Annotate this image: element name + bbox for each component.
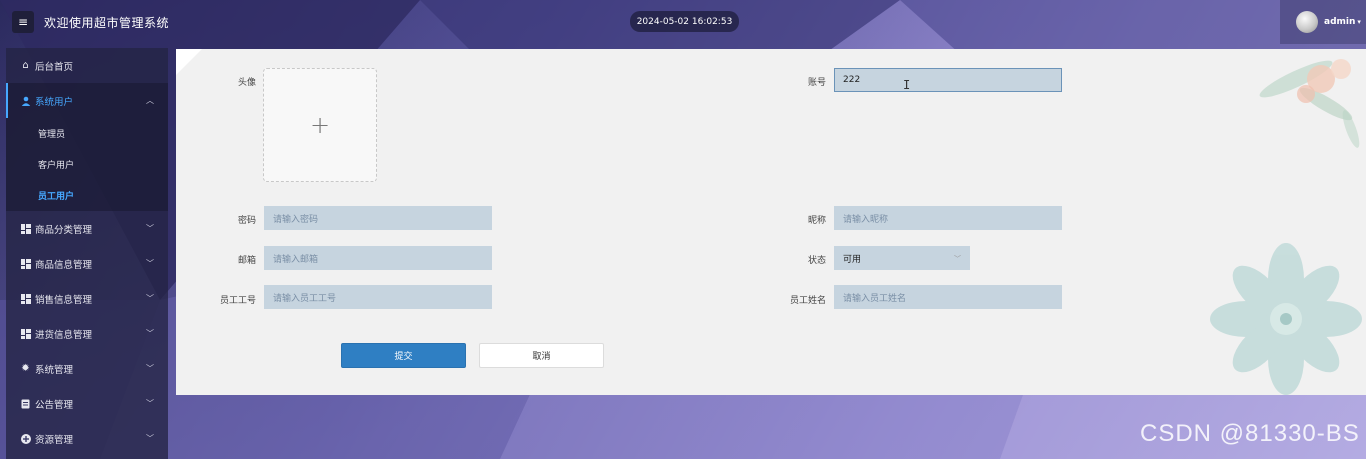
sidebar-item-category-management[interactable]: 商品分类管理 ﹀ xyxy=(6,211,168,246)
plus-icon: + xyxy=(309,111,331,139)
sidebar-item-purchase-management[interactable]: 进货信息管理 ﹀ xyxy=(6,316,168,351)
employee-name-label: 员工姓名 xyxy=(789,296,826,306)
employee-name-input[interactable]: 请输入员工姓名 xyxy=(834,285,1062,309)
sidebar-item-label: 商品分类管理 xyxy=(35,224,93,236)
sidebar-item-system-management[interactable]: ✹ 系统管理 ﹀ xyxy=(6,351,168,386)
sidebar-subitem-employee-users[interactable]: 员工用户 xyxy=(6,180,168,211)
datetime-display: 2024-05-02 16:02:53 xyxy=(630,11,739,32)
sidebar-item-label: 进货信息管理 xyxy=(35,329,93,341)
sidebar-item-label: 系统管理 xyxy=(35,364,74,376)
user-menu[interactable]: admin ▾ xyxy=(1280,0,1366,44)
sidebar-item-product-management[interactable]: 商品信息管理 ﹀ xyxy=(6,246,168,281)
sidebar-item-system-users[interactable]: 系统用户 ︿ xyxy=(6,83,168,118)
chevron-down-icon: ﹀ xyxy=(146,434,154,443)
sidebar-item-label: 公告管理 xyxy=(35,399,74,411)
app-title: 欢迎使用超市管理系统 xyxy=(44,16,170,30)
flower-decoration-top xyxy=(1259,59,1360,148)
chevron-down-icon: ﹀ xyxy=(146,364,154,373)
plus-circle-icon xyxy=(20,433,31,444)
sidebar-item-label: 后台首页 xyxy=(35,61,74,73)
flower-decoration-bottom xyxy=(1210,243,1362,395)
nickname-label: 昵称 xyxy=(807,216,826,226)
employee-number-label: 员工工号 xyxy=(219,296,256,306)
password-input[interactable]: 请输入密码 xyxy=(264,206,492,230)
corner-decoration xyxy=(176,49,202,75)
chevron-up-icon: ︿ xyxy=(146,96,154,105)
sidebar: ⌂ 后台首页 系统用户 ︿ 管理员 客户用户 员工用户 商品分类管理 ﹀ 商品信… xyxy=(6,48,168,459)
sidebar-item-sales-management[interactable]: 销售信息管理 ﹀ xyxy=(6,281,168,316)
chevron-down-icon: ﹀ xyxy=(146,329,154,338)
employee-number-input[interactable]: 请输入员工工号 xyxy=(264,285,492,309)
home-icon: ⌂ xyxy=(22,60,29,71)
account-label: 账号 xyxy=(807,78,826,88)
watermark: CSDN @81330-BS xyxy=(1140,420,1360,447)
username-label[interactable]: admin xyxy=(1324,17,1355,27)
cancel-button[interactable]: 取消 xyxy=(479,343,604,368)
status-select-value: 可用 xyxy=(843,254,862,265)
grid-icon xyxy=(20,328,31,339)
user-icon xyxy=(20,95,31,106)
caret-down-icon[interactable]: ▾ xyxy=(1357,18,1361,26)
avatar-upload[interactable]: + xyxy=(263,68,377,182)
avatar-label: 头像 xyxy=(237,78,256,88)
sidebar-item-home[interactable]: ⌂ 后台首页 xyxy=(6,48,168,83)
hamburger-icon[interactable]: ≡ xyxy=(12,11,34,33)
sidebar-item-label: 资源管理 xyxy=(35,434,74,446)
chevron-down-icon: ﹀ xyxy=(146,399,154,408)
status-select[interactable]: 可用 ﹀ xyxy=(834,246,970,270)
grid-icon xyxy=(20,223,31,234)
email-label: 邮箱 xyxy=(237,256,256,266)
sub-menu-system-users: 管理员 客户用户 员工用户 xyxy=(6,118,168,211)
chevron-down-icon: ﹀ xyxy=(146,224,154,233)
chevron-down-icon: ﹀ xyxy=(954,255,961,263)
sidebar-item-resource-management[interactable]: 资源管理 ﹀ xyxy=(6,421,168,456)
sidebar-item-label: 商品信息管理 xyxy=(35,259,93,271)
grid-icon xyxy=(20,293,31,304)
status-label: 状态 xyxy=(807,256,826,266)
document-icon xyxy=(20,398,31,409)
sidebar-subitem-admin[interactable]: 管理员 xyxy=(6,118,168,149)
employee-form-card: 头像 + 账号 222 I 密码 请输入密码 昵称 请输入昵称 邮箱 请输入邮箱… xyxy=(176,49,1366,395)
password-label: 密码 xyxy=(237,216,256,226)
chevron-down-icon: ﹀ xyxy=(146,259,154,268)
email-input[interactable]: 请输入邮箱 xyxy=(264,246,492,270)
top-header: ≡ 欢迎使用超市管理系统 2024-05-02 16:02:53 admin ▾ xyxy=(0,0,1366,44)
nickname-input[interactable]: 请输入昵称 xyxy=(834,206,1062,230)
sidebar-subitem-customer-users[interactable]: 客户用户 xyxy=(6,149,168,180)
text-cursor-icon: I xyxy=(903,78,911,92)
account-input[interactable]: 222 xyxy=(834,68,1062,92)
grid-icon xyxy=(20,258,31,269)
avatar[interactable] xyxy=(1296,11,1318,33)
sidebar-item-label: 销售信息管理 xyxy=(35,294,93,306)
gear-icon: ✹ xyxy=(21,363,30,374)
sidebar-item-label: 系统用户 xyxy=(35,96,74,108)
submit-button[interactable]: 提交 xyxy=(341,343,466,368)
chevron-down-icon: ﹀ xyxy=(146,294,154,303)
sidebar-item-announcement-management[interactable]: 公告管理 ﹀ xyxy=(6,386,168,421)
